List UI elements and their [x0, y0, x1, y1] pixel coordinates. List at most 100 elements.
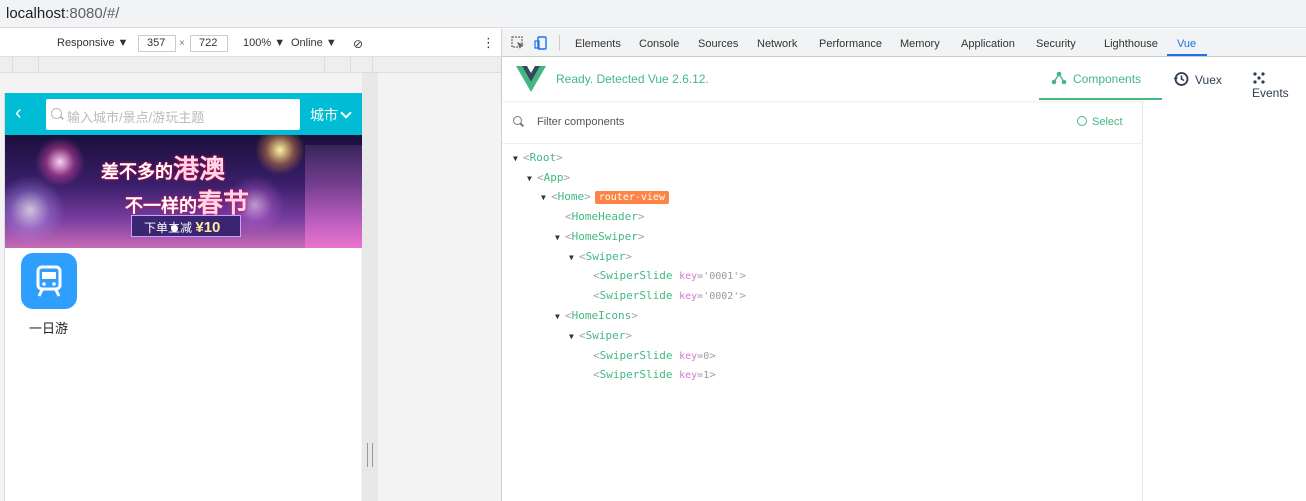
- tree-node-homeheader[interactable]: <HomeHeader>: [565, 210, 644, 223]
- device-emulation-pane: Responsive ▼ 357 × 722 100% ▼ Online ▼ ⊘…: [0, 29, 501, 501]
- tram-icon: [36, 265, 62, 297]
- zoom-select[interactable]: 100% ▼: [243, 37, 285, 49]
- component-filter-row: Filter components Select: [502, 101, 1143, 144]
- resize-handle[interactable]: [367, 443, 373, 467]
- icon-label: 一日游: [29, 321, 69, 336]
- component-name: HomeSwiper: [571, 230, 638, 243]
- devtools-tab-bar: Elements Console Sources Network Perform…: [502, 29, 1306, 57]
- expand-arrow-icon[interactable]: ▼: [555, 233, 565, 242]
- device-toolbar-icon[interactable]: [534, 36, 548, 50]
- address-bar[interactable]: localhost:8080/#/: [0, 0, 1306, 28]
- component-name: SwiperSlide: [599, 349, 673, 362]
- rotate-icon[interactable]: ⊘: [353, 37, 363, 51]
- tab-console[interactable]: Console: [639, 38, 679, 50]
- vue-devtools-header: Ready. Detected Vue 2.6.12. Components V…: [502, 57, 1306, 101]
- height-input[interactable]: 722: [190, 35, 228, 52]
- component-name: App: [543, 171, 564, 184]
- tree-node-root[interactable]: ▼ <Root>: [513, 151, 563, 164]
- expand-arrow-icon[interactable]: ▼: [555, 312, 565, 321]
- tab-application[interactable]: Application: [961, 38, 1015, 50]
- firework-decoration: [255, 135, 305, 175]
- tab-vue[interactable]: Vue: [1177, 38, 1196, 50]
- component-name: SwiperSlide: [599, 269, 673, 282]
- select-component-button[interactable]: Select: [1077, 115, 1123, 128]
- mobile-viewport: ‹ 输入城市/景点/游玩主题 城市 差不多的港澳 不一样的春节 下单立减 ¥10: [4, 93, 362, 501]
- tree-node-homeicons[interactable]: ▼ <HomeIcons>: [555, 309, 638, 322]
- tree-node-swiper[interactable]: ▼ <Swiper>: [569, 329, 632, 342]
- address-path: :8080/#/: [65, 5, 120, 22]
- swiper-pagination-dot[interactable]: [171, 225, 178, 232]
- icon-tile: [21, 253, 77, 309]
- banner-line2-small: 不一样的: [125, 196, 197, 216]
- devtools-pane: Elements Console Sources Network Perform…: [501, 29, 1306, 501]
- city-selector[interactable]: 城市: [310, 105, 352, 125]
- mobile-search-box[interactable]: 输入城市/景点/游玩主题: [46, 99, 300, 130]
- tree-node-swiperslide[interactable]: <SwiperSlide key='0002'>: [593, 289, 746, 302]
- network-select[interactable]: Online ▼: [291, 37, 337, 49]
- vue-tab-events[interactable]: Events: [1252, 71, 1306, 100]
- filter-components-input[interactable]: Filter components: [537, 116, 624, 128]
- component-name: HomeHeader: [571, 210, 638, 223]
- component-name: Home: [557, 190, 585, 203]
- expand-arrow-icon[interactable]: ▼: [569, 253, 579, 262]
- expand-arrow-icon[interactable]: ▼: [527, 174, 537, 183]
- toolbar-separator: [559, 35, 560, 51]
- search-icon: [513, 116, 522, 125]
- inspect-element-icon[interactable]: [511, 36, 525, 50]
- component-name: SwiperSlide: [599, 289, 673, 302]
- tree-node-home[interactable]: ▼ <Home> router-view: [541, 190, 669, 204]
- component-tree-pane: Filter components Select ▼ <Root> ▼ <App> …: [502, 101, 1143, 501]
- device-select[interactable]: Responsive ▼: [57, 37, 128, 49]
- component-name: Swiper: [585, 250, 626, 263]
- component-name: Swiper: [585, 329, 626, 342]
- tab-performance[interactable]: Performance: [819, 38, 882, 50]
- mobile-header: ‹ 输入城市/景点/游玩主题 城市: [5, 93, 362, 135]
- search-icon: [51, 108, 62, 119]
- chevron-down-icon: [340, 107, 352, 119]
- key-value: ='0002': [697, 291, 740, 302]
- tab-sources[interactable]: Sources: [698, 38, 738, 50]
- icon-item-day-tour[interactable]: 一日游: [21, 253, 79, 337]
- active-tab-indicator: [1167, 54, 1207, 56]
- expand-arrow-icon[interactable]: ▼: [569, 332, 579, 341]
- network-label: Online: [291, 37, 323, 49]
- device-resize-gutter: [362, 73, 378, 501]
- tree-node-swiper[interactable]: ▼ <Swiper>: [569, 250, 632, 263]
- key-value: =1: [697, 370, 710, 381]
- expand-arrow-icon[interactable]: ▼: [513, 154, 523, 163]
- expand-arrow-icon[interactable]: ▼: [541, 193, 551, 202]
- router-view-badge: router-view: [594, 191, 669, 204]
- vue-tab-components[interactable]: Components: [1051, 71, 1141, 86]
- back-icon[interactable]: ‹: [15, 103, 31, 123]
- select-label: Select: [1092, 116, 1123, 128]
- zoom-label: 100%: [243, 37, 272, 49]
- tab-memory[interactable]: Memory: [900, 38, 940, 50]
- component-name: Root: [529, 151, 557, 164]
- events-icon: [1253, 72, 1265, 84]
- vue-tab-vuex[interactable]: Vuex: [1173, 71, 1222, 87]
- tree-node-swiperslide[interactable]: <SwiperSlide key=1>: [593, 368, 716, 381]
- emulation-toolbar: Responsive ▼ 357 × 722 100% ▼ Online ▼ ⊘…: [0, 29, 501, 57]
- tab-network[interactable]: Network: [757, 38, 797, 50]
- width-input[interactable]: 357: [138, 35, 176, 52]
- tree-node-swiperslide[interactable]: <SwiperSlide key='0001'>: [593, 269, 746, 282]
- tab-lighthouse[interactable]: Lighthouse: [1104, 38, 1158, 50]
- emulation-ruler: [0, 57, 501, 73]
- key-value: =0: [697, 351, 710, 362]
- tab-elements[interactable]: Elements: [575, 38, 621, 50]
- banner-line1-small: 差不多的: [101, 162, 173, 182]
- vue-logo-icon: [516, 66, 546, 92]
- tree-node-homeswiper[interactable]: ▼ <HomeSwiper>: [555, 230, 644, 243]
- key-attr: key: [679, 370, 698, 381]
- key-attr: key: [679, 271, 698, 282]
- tab-security[interactable]: Security: [1036, 38, 1076, 50]
- tree-node-app[interactable]: ▼ <App>: [527, 171, 570, 184]
- address-url[interactable]: localhost:8080/#/: [6, 5, 119, 22]
- component-detail-pane: [1143, 101, 1306, 501]
- promo-banner[interactable]: 差不多的港澳 不一样的春节 下单立减 ¥10: [5, 135, 362, 248]
- more-options-icon[interactable]: ⋮: [482, 35, 495, 51]
- tree-node-swiperslide[interactable]: <SwiperSlide key=0>: [593, 349, 716, 362]
- vue-tab-vuex-label: Vuex: [1195, 73, 1222, 87]
- vue-status-text: Ready. Detected Vue 2.6.12.: [556, 72, 709, 86]
- banner-promo-tag: 下单立减 ¥10: [131, 215, 241, 237]
